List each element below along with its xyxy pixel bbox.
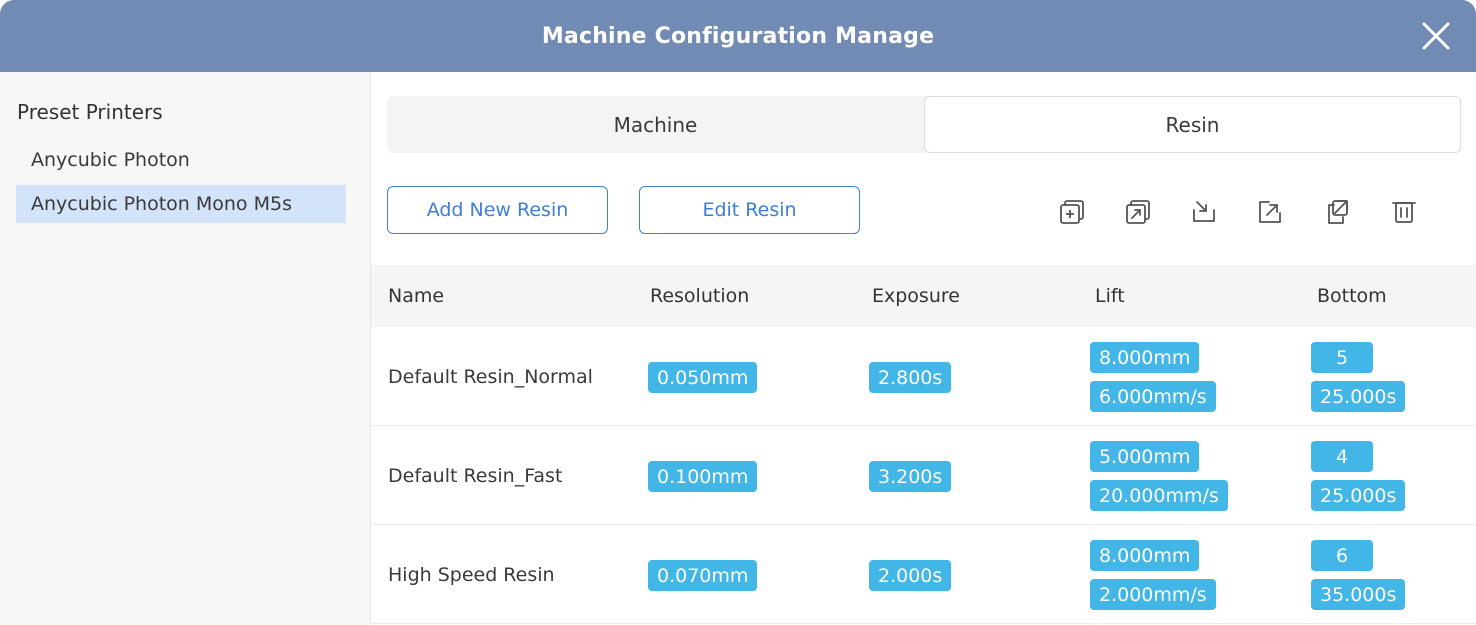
- lift-speed-chip: 6.000mm/s: [1090, 381, 1216, 412]
- table-row[interactable]: High Speed Resin 0.070mm 2.000s 8.000mm …: [371, 525, 1476, 624]
- resin-name: Default Resin_Normal: [388, 365, 593, 388]
- sidebar-item-label: Anycubic Photon Mono M5s: [31, 193, 292, 215]
- column-header-resolution: Resolution: [650, 285, 750, 307]
- delete-icon[interactable]: [1389, 197, 1419, 227]
- resolution-chip: 0.070mm: [648, 560, 758, 591]
- tab-bar: Machine Resin: [387, 96, 1461, 153]
- resin-name: Default Resin_Fast: [388, 464, 563, 487]
- column-header-lift: Lift: [1095, 285, 1125, 307]
- add-copy-icon[interactable]: [1057, 197, 1087, 227]
- exposure-chip: 2.000s: [869, 560, 952, 591]
- preset-printers-sidebar: Preset Printers Anycubic Photon Anycubic…: [0, 72, 371, 625]
- bottom-layers-chip: 6: [1311, 540, 1373, 571]
- exposure-chip: 3.200s: [869, 461, 952, 492]
- resin-name: High Speed Resin: [388, 563, 555, 586]
- close-icon[interactable]: [1418, 18, 1454, 54]
- lift-height-chip: 5.000mm: [1090, 441, 1200, 472]
- title-bar: Machine Configuration Manage: [0, 0, 1476, 72]
- exposure-chip: 2.800s: [869, 362, 952, 393]
- add-new-resin-button[interactable]: Add New Resin: [387, 186, 608, 234]
- sidebar-item-anycubic-photon-mono-m5s[interactable]: Anycubic Photon Mono M5s: [16, 185, 346, 223]
- import-icon[interactable]: [1189, 197, 1219, 227]
- column-header-name: Name: [388, 285, 445, 307]
- lift-height-chip: 8.000mm: [1090, 342, 1200, 373]
- duplicate-icon[interactable]: [1123, 197, 1153, 227]
- sidebar-heading: Preset Printers: [17, 100, 163, 124]
- bottom-exposure-chip: 25.000s: [1311, 381, 1406, 412]
- tab-resin[interactable]: Resin: [924, 96, 1461, 153]
- bottom-exposure-chip: 25.000s: [1311, 480, 1406, 511]
- tab-machine[interactable]: Machine: [387, 96, 924, 153]
- lift-height-chip: 8.000mm: [1090, 540, 1200, 571]
- main-panel: Machine Resin Add New Resin Edit Resin N…: [371, 72, 1476, 625]
- table-row[interactable]: Default Resin_Fast 0.100mm 3.200s 5.000m…: [371, 426, 1476, 525]
- table-row[interactable]: Default Resin_Normal 0.050mm 2.800s 8.00…: [371, 327, 1476, 426]
- lift-speed-chip: 2.000mm/s: [1090, 579, 1216, 610]
- lift-speed-chip: 20.000mm/s: [1090, 480, 1228, 511]
- sidebar-item-label: Anycubic Photon: [31, 149, 190, 171]
- column-header-bottom: Bottom: [1317, 285, 1387, 307]
- sidebar-item-anycubic-photon[interactable]: Anycubic Photon: [16, 141, 346, 179]
- resolution-chip: 0.100mm: [648, 461, 758, 492]
- tab-label: Resin: [1165, 112, 1220, 137]
- export-all-icon[interactable]: [1321, 197, 1351, 227]
- export-icon[interactable]: [1255, 197, 1285, 227]
- bottom-exposure-chip: 35.000s: [1311, 579, 1406, 610]
- bottom-layers-chip: 4: [1311, 441, 1373, 472]
- edit-resin-button[interactable]: Edit Resin: [639, 186, 860, 234]
- resolution-chip: 0.050mm: [648, 362, 758, 393]
- tab-label: Machine: [613, 112, 698, 137]
- window-title: Machine Configuration Manage: [541, 23, 935, 49]
- column-header-exposure: Exposure: [872, 285, 960, 307]
- table-header: Name Resolution Exposure Lift Bottom: [371, 265, 1476, 327]
- bottom-layers-chip: 5: [1311, 342, 1373, 373]
